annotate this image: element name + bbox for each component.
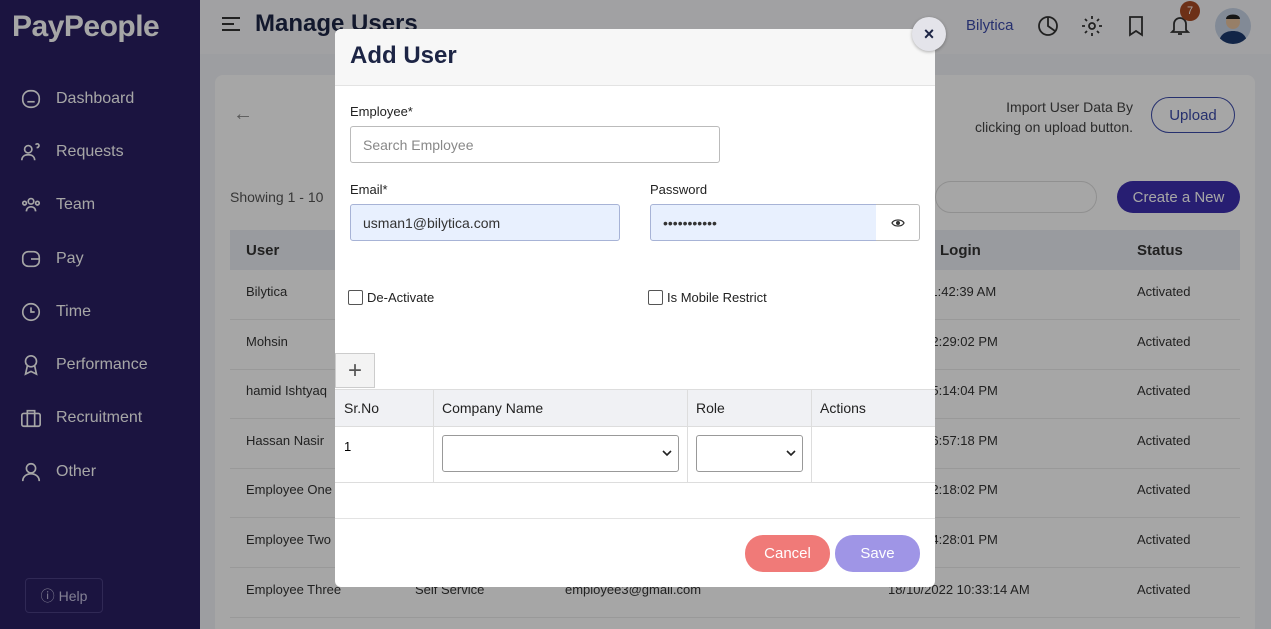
save-button[interactable]: Save (835, 535, 920, 572)
chevron-down-icon (786, 450, 796, 457)
checkbox-box[interactable] (648, 290, 663, 305)
company-table-row: 1 (335, 427, 935, 483)
column-actions: Actions (820, 400, 866, 416)
mobile-restrict-label: Is Mobile Restrict (667, 290, 767, 305)
role-select[interactable] (696, 435, 803, 472)
checkbox-box[interactable] (348, 290, 363, 305)
plus-icon: + (347, 356, 362, 384)
email-field[interactable]: usman1@bilytica.com (350, 204, 620, 241)
employee-search-input[interactable]: Search Employee (350, 126, 720, 163)
modal-header: Add User (335, 29, 935, 86)
eye-icon (890, 218, 905, 227)
mobile-restrict-checkbox[interactable]: Is Mobile Restrict (648, 290, 767, 305)
close-icon[interactable]: × (912, 17, 946, 51)
row-number: 1 (344, 439, 352, 454)
employee-label: Employee* (350, 104, 413, 119)
add-row-button[interactable]: + (335, 353, 375, 388)
cancel-button[interactable]: Cancel (745, 535, 830, 572)
email-label: Email* (350, 182, 388, 197)
password-field[interactable]: ••••••••••• (650, 204, 877, 241)
column-role: Role (696, 400, 725, 416)
show-password-button[interactable] (876, 204, 920, 241)
column-company-name: Company Name (442, 400, 544, 416)
chevron-down-icon (662, 450, 672, 457)
add-user-modal: Add User Employee* Search Employee Email… (335, 29, 935, 587)
deactivate-checkbox[interactable]: De-Activate (348, 290, 434, 305)
column-srno: Sr.No (344, 400, 380, 416)
modal-title: Add User (350, 42, 457, 69)
table-divider (433, 389, 434, 483)
modal-footer-divider (335, 518, 935, 519)
company-table-header: Sr.No Company Name Role Actions (335, 389, 935, 427)
deactivate-label: De-Activate (367, 290, 435, 305)
table-divider (811, 389, 812, 483)
company-name-select[interactable] (442, 435, 679, 472)
password-label: Password (650, 182, 708, 197)
table-divider (687, 389, 688, 483)
